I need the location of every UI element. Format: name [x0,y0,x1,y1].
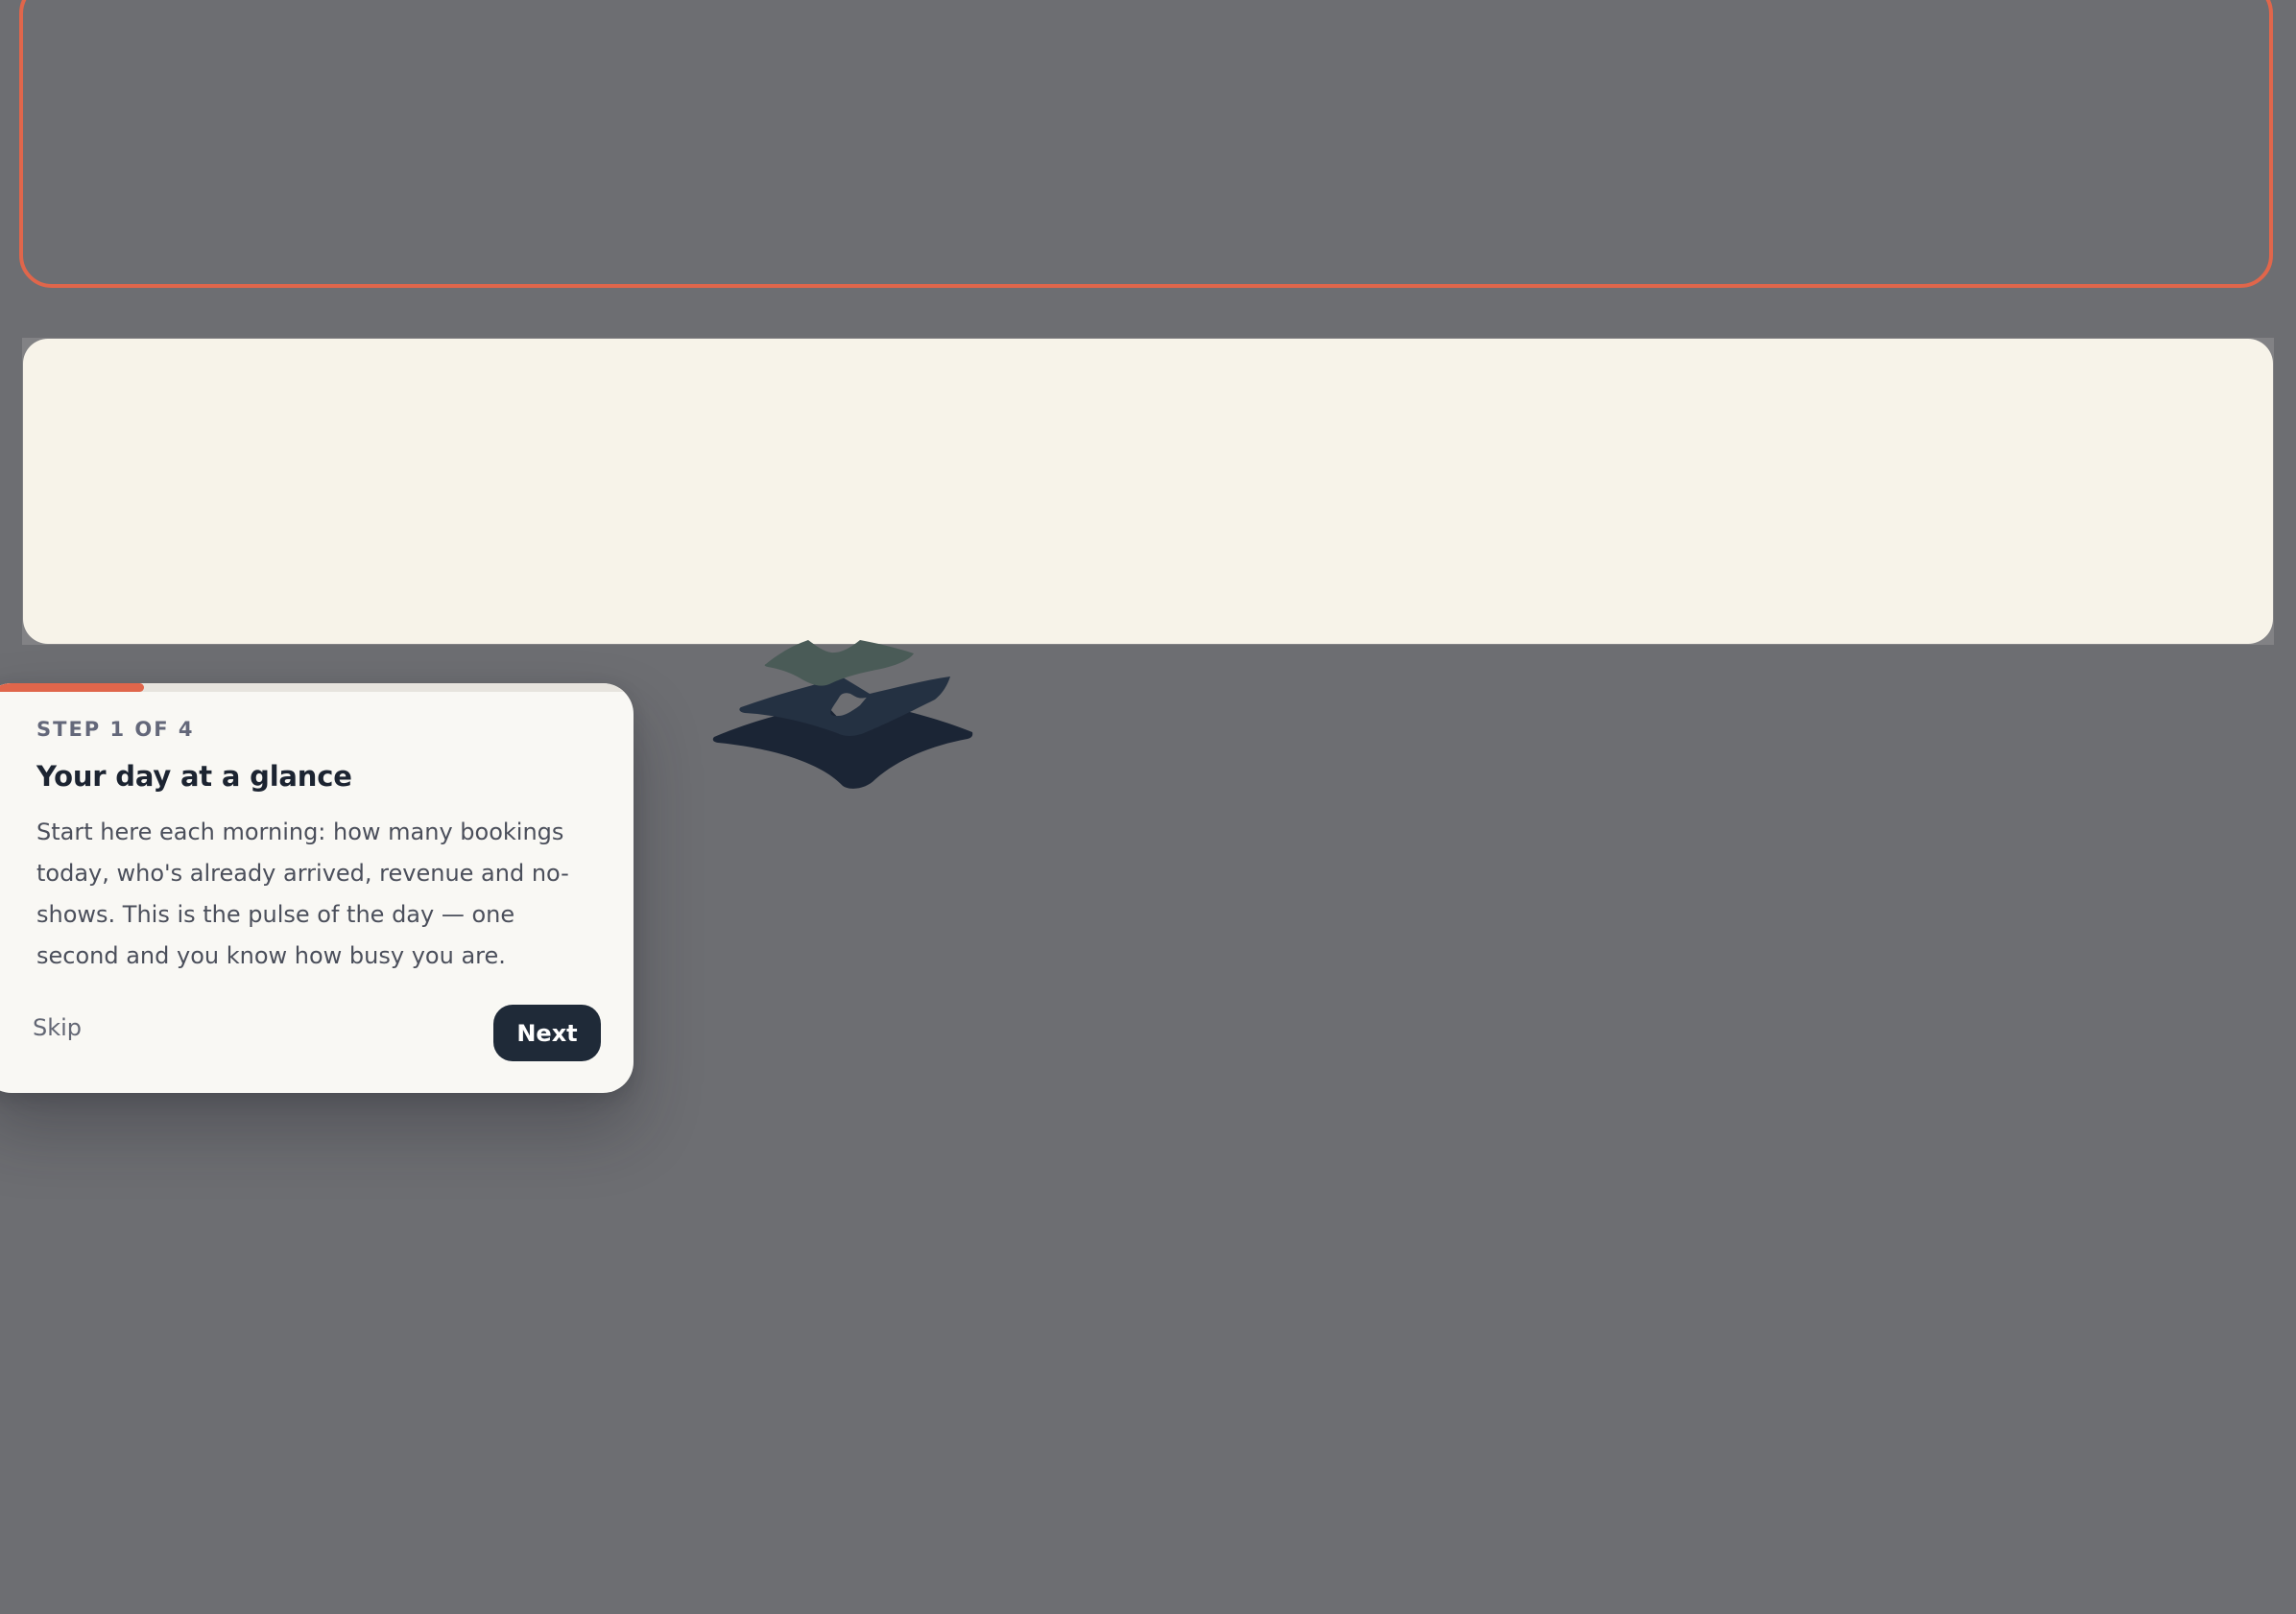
layers-stack-icon [712,640,973,789]
next-button[interactable]: Next [493,1005,601,1061]
dashboard-summary-card [23,339,2273,644]
tour-step-label: STEP 1 OF 4 [36,718,195,741]
tour-description: Start here each morning: how many bookin… [36,819,569,969]
spotlight-highlight-frame [19,0,2273,288]
layer-top [764,640,914,686]
tour-progress-fill [0,683,144,692]
tour-progress-track [0,683,634,692]
skip-button[interactable]: Skip [33,1014,82,1041]
tour-title: Your day at a glance [36,760,352,793]
